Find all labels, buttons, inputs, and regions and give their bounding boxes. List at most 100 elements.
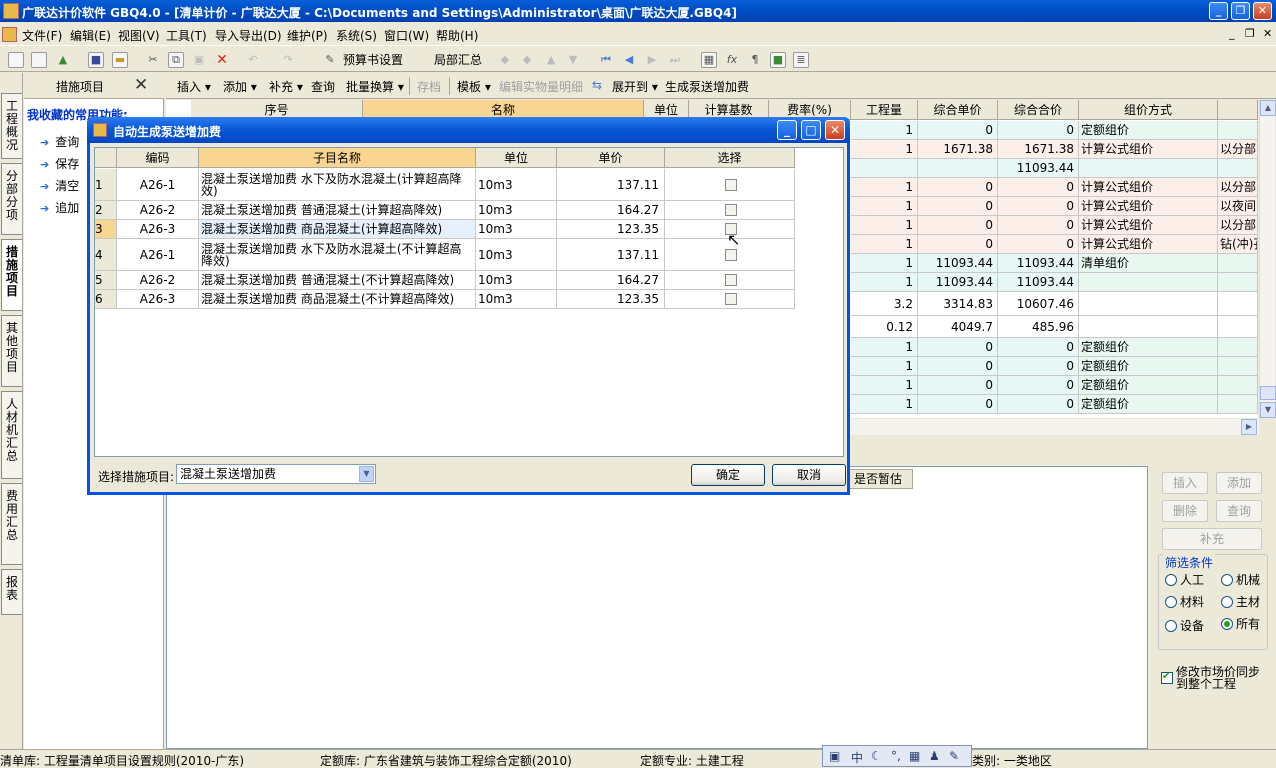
detail-supplement-button[interactable]: 补充	[1162, 528, 1262, 550]
table-cell-method[interactable]: 定额组价	[1079, 376, 1218, 395]
table-cell-unit-price[interactable]: 0	[918, 376, 998, 395]
dialog-title-bar[interactable]: 自动生成泵送增加费 _ □ ✕	[87, 117, 850, 143]
table-cell-total[interactable]: 11093.44	[998, 273, 1079, 292]
archive-button[interactable]: 存档	[417, 78, 441, 95]
filter-labor-radio[interactable]: 人工	[1165, 571, 1204, 588]
tab-cost-summary[interactable]: 费用汇总	[1, 483, 22, 565]
table-cell-method[interactable]: 计算公式组价	[1079, 178, 1218, 197]
detail-delete-button[interactable]: 删除	[1162, 500, 1208, 522]
table-cell-unit-price[interactable]: 0	[918, 197, 998, 216]
scroll-right-icon[interactable]: ▶	[1241, 419, 1257, 435]
table-row[interactable]: 0.12 4049.7 485.96	[851, 316, 1258, 338]
table-row[interactable]: 1 0 0 定额组价	[851, 357, 1258, 376]
table-cell-unit-price[interactable]: 11093.44	[918, 254, 998, 273]
table-row[interactable]: 4 A26-1 混凝土泵送增加费 水下及防水混凝土(不计算超高降效) 10m3 137.…	[95, 239, 795, 271]
open-icon[interactable]: ▲	[55, 52, 71, 68]
horizontal-scrollbar[interactable]: ▶	[850, 419, 1259, 435]
close-button[interactable]: ✕	[1253, 2, 1272, 20]
ime-keyboard-icon[interactable]: ▦	[909, 749, 920, 763]
sync-market-price-checkbox[interactable]	[1161, 671, 1173, 684]
table-cell-name[interactable]: 混凝土泵送增加费 商品混凝土(不计算超高降效)	[199, 290, 476, 309]
table-cell-name[interactable]: 混凝土泵送增加费 水下及防水混凝土(计算超高降效)	[199, 169, 476, 201]
table-row[interactable]: 100计算公式组价钻(冲)孔	[851, 235, 1258, 254]
table-cell-no[interactable]: 6	[95, 290, 117, 309]
expand-to-button[interactable]: 展开到 ▾	[612, 78, 658, 95]
menu-maintain[interactable]: 维护(P)	[287, 27, 328, 44]
close-panel-icon[interactable]: ✕	[134, 75, 148, 95]
table-cell-extra[interactable]	[1218, 159, 1258, 178]
detail-insert-button[interactable]: 插入	[1162, 472, 1208, 494]
filter-machine-radio[interactable]: 机械	[1221, 571, 1260, 588]
table-cell-no[interactable]: 4	[95, 239, 117, 271]
table-cell-unit-price[interactable]: 0	[918, 235, 998, 254]
ime-punct-icon[interactable]: °,	[891, 749, 901, 763]
table-cell-total[interactable]: 0	[998, 216, 1079, 235]
delete-icon[interactable]: ✕	[214, 52, 230, 68]
menu-file[interactable]: 文件(F)	[22, 27, 62, 44]
table-cell-method[interactable]	[1079, 273, 1218, 292]
table-cell-qty[interactable]: 1	[851, 140, 918, 159]
tab-measures[interactable]: 措施项目	[1, 239, 22, 311]
batch-convert-button[interactable]: 批量换算 ▾	[346, 78, 404, 95]
move-up-icon[interactable]: ▲	[543, 52, 559, 68]
table-cell-qty[interactable]: 1	[851, 121, 918, 140]
select-checkbox[interactable]	[725, 248, 737, 261]
table-row[interactable]: 1 0 0 定额组价	[851, 395, 1258, 414]
generate-pump-fee-button[interactable]: 生成泵送增加费	[665, 78, 749, 95]
table-cell-extra[interactable]	[1218, 121, 1258, 140]
table-cell-code[interactable]: A26-3	[117, 290, 199, 309]
table-cell-name[interactable]: 混凝土泵送增加费 普通混凝土(不计算超高降效)	[199, 271, 476, 290]
prev-icon[interactable]: ◀	[621, 52, 637, 68]
table-cell-method[interactable]	[1079, 159, 1218, 178]
cut-icon[interactable]: ✂	[145, 52, 161, 68]
table-row[interactable]: 1 11093.44 11093.44 清单组价	[851, 254, 1258, 273]
table-cell-method[interactable]: 计算公式组价	[1079, 197, 1218, 216]
table-cell-unit[interactable]: 10m3	[476, 220, 557, 239]
table-cell-extra[interactable]: 以分部:	[1218, 140, 1258, 159]
table-cell-unit-price[interactable]: 0	[918, 338, 998, 357]
calculator-icon[interactable]: ▦	[701, 52, 717, 68]
table-cell-method[interactable]	[1079, 316, 1218, 338]
detail-add-button[interactable]: 添加	[1216, 472, 1262, 494]
ime-moon-icon[interactable]: ☾	[871, 749, 882, 763]
table-cell-no[interactable]: 5	[95, 271, 117, 290]
select-checkbox[interactable]	[725, 274, 737, 286]
menu-import-export[interactable]: 导入导出(D)	[215, 27, 282, 44]
table-cell-code[interactable]: A26-1	[117, 239, 199, 271]
table-cell-qty[interactable]: 1	[851, 216, 918, 235]
undo-icon[interactable]: ↶	[245, 52, 261, 68]
scroll-up-icon[interactable]: ▲	[1260, 100, 1276, 116]
paragraph-icon[interactable]: ¶	[747, 52, 763, 68]
table-cell-select[interactable]	[665, 271, 795, 290]
table-cell-name[interactable]: 混凝土泵送增加费 水下及防水混凝土(不计算超高降效)	[199, 239, 476, 271]
restore-button[interactable]: ❐	[1231, 2, 1250, 20]
table-cell-method[interactable]: 定额组价	[1079, 357, 1218, 376]
tab-labor-material-machine[interactable]: 人材机汇总	[1, 391, 22, 479]
menu-window[interactable]: 窗口(W)	[384, 27, 429, 44]
table-row[interactable]: 1 1671.38 1671.38 计算公式组价 以分部:	[851, 140, 1258, 159]
edit-detail-button[interactable]: 编辑实物量明细	[499, 78, 583, 95]
ime-chinese-icon[interactable]: 中	[851, 749, 863, 766]
favorite-item[interactable]: ➔ 查询	[40, 133, 79, 150]
table-row[interactable]: 1 A26-1 混凝土泵送增加费 水下及防水混凝土(计算超高降效) 10m3 137.1…	[95, 169, 795, 201]
supplement-button[interactable]: 补充 ▾	[269, 78, 303, 95]
table-cell-code[interactable]: A26-2	[117, 271, 199, 290]
table-row[interactable]: 1 0 0 定额组价	[851, 338, 1258, 357]
table-row[interactable]: 3 A26-3 混凝土泵送增加费 商品混凝土(计算超高降效) 10m3 123.35	[95, 220, 795, 239]
table-cell-extra[interactable]	[1218, 292, 1258, 316]
column-header-extra[interactable]	[1218, 100, 1258, 120]
select-checkbox[interactable]	[725, 204, 737, 216]
table-cell-extra[interactable]: 以分部:	[1218, 216, 1258, 235]
table-cell-select[interactable]	[665, 201, 795, 220]
save-icon[interactable]: ■	[88, 52, 104, 68]
table-cell-extra[interactable]	[1218, 357, 1258, 376]
first-icon[interactable]: ⏮	[598, 52, 614, 68]
move-down-icon[interactable]: ▼	[565, 52, 581, 68]
table-cell-unit[interactable]: 10m3	[476, 239, 557, 271]
table-cell-unit[interactable]: 10m3	[476, 290, 557, 309]
formula-icon[interactable]: fx	[724, 52, 740, 68]
table-cell-unit-price[interactable]: 0	[918, 216, 998, 235]
table-cell-no[interactable]: 2	[95, 201, 117, 220]
table-cell-extra[interactable]	[1218, 254, 1258, 273]
table-cell-total[interactable]: 0	[998, 197, 1079, 216]
